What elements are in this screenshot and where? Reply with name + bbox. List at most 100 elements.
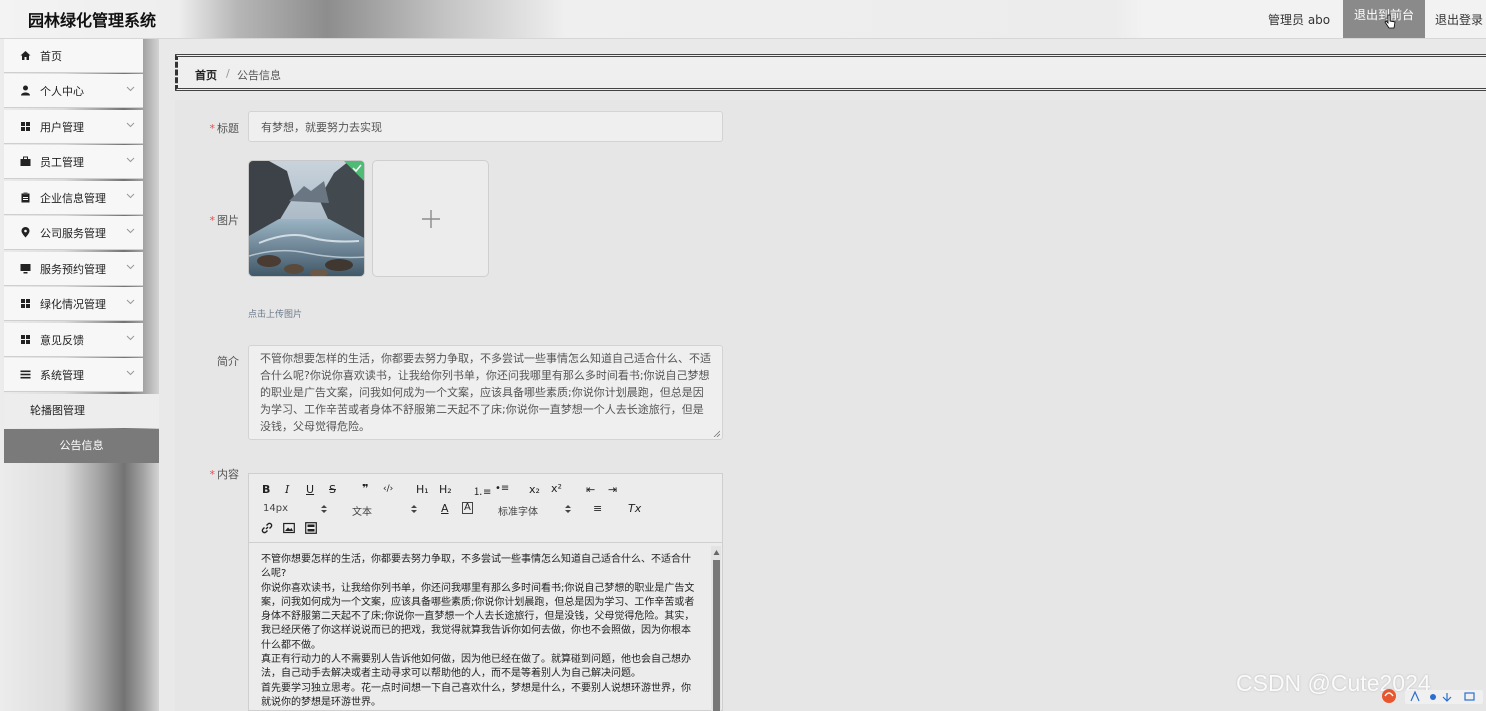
sidebar-item-label: 企业信息管理 bbox=[40, 192, 106, 205]
chevron-down-icon bbox=[126, 228, 135, 234]
chevron-down-icon bbox=[126, 299, 135, 305]
sidebar-item-label: 首页 bbox=[40, 50, 62, 63]
scroll-up-arrow-icon[interactable] bbox=[713, 549, 720, 556]
monitor-icon bbox=[20, 264, 31, 274]
hand-cursor-icon bbox=[1384, 14, 1396, 29]
plus-icon bbox=[422, 210, 440, 228]
sidebar-subitem-announcements[interactable]: 公告信息 bbox=[4, 429, 159, 463]
breadcrumb-separator: / bbox=[226, 67, 230, 80]
user-icon bbox=[21, 85, 30, 96]
underline-button[interactable]: U bbox=[306, 483, 314, 496]
ordered-list-button[interactable]: ⒈≡ bbox=[473, 483, 491, 498]
floating-toolbar-icons bbox=[1382, 689, 1483, 704]
breadcrumb-current: 公告信息 bbox=[237, 69, 281, 82]
chevron-down-icon bbox=[126, 335, 135, 341]
sidebar-item-label: 系统管理 bbox=[40, 369, 84, 382]
editor-paragraph: 不管你想要怎样的生活，你都要去努力争取，不多尝试一些事情怎么知道自己适合什么、不… bbox=[261, 554, 691, 580]
editor-paragraph: 首先要学习独立思考。花一点时间想一下自己喜欢什么，梦想是什么，不要别人说想环游世… bbox=[261, 682, 691, 708]
outdent-button[interactable]: ⇤ bbox=[586, 483, 595, 496]
sidebar-item-staff-management[interactable]: 员工管理 bbox=[4, 145, 143, 179]
scrollbar-thumb[interactable] bbox=[713, 560, 720, 711]
editor-toolbar: B I U S ❞ ‹/› H₁ H₂ ⒈≡ •≡ x₂ x² ⇤ ⇥ 14px… bbox=[249, 474, 722, 543]
rich-text-editor: B I U S ❞ ‹/› H₁ H₂ ⒈≡ •≡ x₂ x² ⇤ ⇥ 14px… bbox=[248, 473, 723, 711]
sidebar-item-service-booking[interactable]: 服务预约管理 bbox=[4, 252, 143, 286]
image-upload-button[interactable] bbox=[372, 160, 489, 277]
text-type-select[interactable]: 文本 bbox=[352, 503, 372, 518]
intro-label: 简介 bbox=[217, 355, 239, 368]
grid-icon bbox=[21, 335, 30, 344]
indent-button[interactable]: ⇥ bbox=[608, 483, 617, 496]
sidebar-item-company-info[interactable]: 企业信息管理 bbox=[4, 181, 143, 215]
intro-textarea[interactable]: 不管你想要怎样的生活，你都要去努力争取，不多尝试一些事情怎么知道自己适合什么、不… bbox=[248, 345, 723, 440]
sidebar-item-greening-status[interactable]: 绿化情况管理 bbox=[4, 287, 143, 321]
text-type-select-arrow-icon bbox=[411, 505, 417, 513]
font-family-select[interactable]: 标准字体 bbox=[498, 503, 538, 518]
image-label: * 图片 bbox=[179, 212, 240, 228]
clear-format-button[interactable]: Tx bbox=[628, 502, 641, 515]
sidebar-subitem-carousel[interactable]: 轮播图管理 bbox=[4, 394, 159, 428]
font-size-select[interactable]: 14px bbox=[263, 503, 288, 514]
sidebar-item-label: 服务预约管理 bbox=[40, 263, 106, 276]
required-mark: * bbox=[209, 468, 216, 481]
italic-button[interactable]: I bbox=[285, 483, 289, 496]
sidebar-item-label: 意见反馈 bbox=[40, 334, 84, 347]
sidebar-item-feedback[interactable]: 意见反馈 bbox=[4, 323, 143, 357]
title-input[interactable] bbox=[248, 111, 723, 142]
superscript-button[interactable]: x² bbox=[551, 482, 562, 495]
upload-tip: 点击上传图片 bbox=[248, 310, 303, 320]
image-insert-icon[interactable] bbox=[283, 522, 295, 534]
code-block-button[interactable]: ‹/› bbox=[383, 484, 393, 494]
sidebar-item-system-management[interactable]: 系统管理 bbox=[4, 358, 143, 392]
align-button[interactable]: ≡ bbox=[593, 502, 602, 515]
uploaded-image-thumbnail[interactable] bbox=[248, 160, 365, 277]
sidebar: 首页 个人中心 用户管理 员工管理 企业信息管理 公司服务管理 服务预约管理 绿… bbox=[0, 39, 159, 711]
home-icon bbox=[20, 51, 31, 60]
editor-scrollbar[interactable] bbox=[711, 546, 721, 711]
sidebar-item-label: 公司服务管理 bbox=[40, 227, 106, 240]
editor-paragraph: 你说你喜欢读书，让我给你列书单，你还问我哪里有那么多时间看书;你说自己梦想的职业… bbox=[261, 582, 695, 651]
font-size-select-arrow-icon bbox=[321, 505, 327, 513]
video-insert-icon[interactable] bbox=[305, 522, 317, 534]
clipboard-icon bbox=[21, 192, 30, 203]
font-family-select-arrow-icon bbox=[565, 505, 571, 513]
sidebar-item-company-service[interactable]: 公司服务管理 bbox=[4, 216, 143, 250]
required-mark: * bbox=[209, 122, 216, 135]
content-label-text: 内容 bbox=[217, 468, 239, 481]
background-color-button[interactable]: A bbox=[462, 502, 473, 514]
resize-handle-icon[interactable] bbox=[713, 430, 720, 437]
sidebar-item-user-management[interactable]: 用户管理 bbox=[4, 110, 143, 144]
blockquote-button[interactable]: ❞ bbox=[362, 482, 368, 495]
admin-username: 管理员 abo bbox=[1268, 13, 1331, 27]
subscript-button[interactable]: x₂ bbox=[529, 483, 540, 496]
bullet-list-button[interactable]: •≡ bbox=[495, 483, 509, 494]
breadcrumb-home[interactable]: 首页 bbox=[195, 67, 217, 83]
grid-icon bbox=[21, 122, 30, 131]
location-icon bbox=[21, 227, 30, 238]
sidebar-item-label: 用户管理 bbox=[40, 121, 84, 134]
link-icon[interactable] bbox=[261, 522, 273, 534]
sidebar-item-label: 员工管理 bbox=[40, 156, 84, 169]
heading1-button[interactable]: H₁ bbox=[416, 483, 429, 496]
strikethrough-button[interactable]: S bbox=[329, 483, 336, 496]
logout-button[interactable]: 退出登录 bbox=[1435, 11, 1483, 28]
intro-text: 不管你想要怎样的生活，你都要去努力争取，不多尝试一些事情怎么知道自己适合什么、不… bbox=[260, 352, 711, 433]
editor-paragraph: 真正有行动力的人不需要别人告诉他如何做，因为他已经在做了。就算碰到问题，他也会自… bbox=[261, 654, 691, 680]
chevron-down-icon bbox=[126, 157, 135, 163]
chevron-down-icon bbox=[126, 370, 135, 376]
chevron-down-icon bbox=[126, 264, 135, 270]
chevron-down-icon bbox=[126, 122, 135, 128]
top-header: 园林绿化管理系统 管理员 abo 退出到前台 退出登录 bbox=[0, 0, 1486, 39]
editor-content[interactable]: 不管你想要怎样的生活，你都要去努力争取，不多尝试一些事情怎么知道自己适合什么、不… bbox=[249, 543, 709, 711]
required-mark: * bbox=[209, 214, 216, 227]
sidebar-item-home[interactable]: 首页 bbox=[4, 39, 143, 73]
font-color-button[interactable]: A bbox=[441, 502, 449, 515]
content-label: * 内容 bbox=[179, 466, 240, 482]
breadcrumb: 首页 / 公告信息 bbox=[175, 54, 1486, 91]
briefcase-icon bbox=[20, 156, 31, 166]
chevron-down-icon bbox=[126, 86, 135, 92]
bold-button[interactable]: B bbox=[262, 483, 270, 496]
chevron-down-icon bbox=[126, 193, 135, 199]
sidebar-item-label: 绿化情况管理 bbox=[40, 298, 106, 311]
sidebar-item-personal-center[interactable]: 个人中心 bbox=[4, 74, 143, 108]
heading2-button[interactable]: H₂ bbox=[439, 483, 452, 496]
